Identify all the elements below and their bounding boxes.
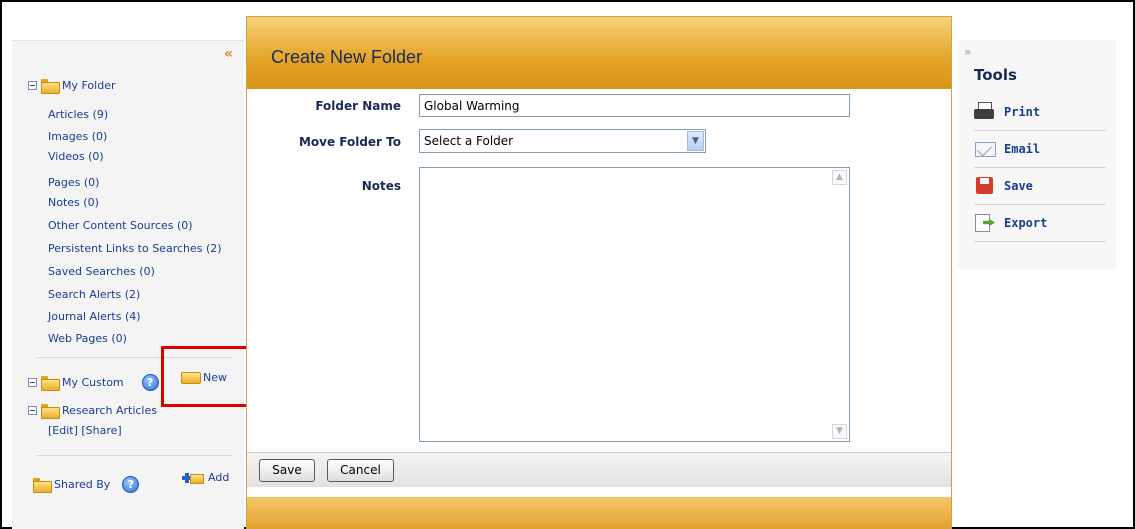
item-count: (0) (139, 265, 155, 278)
dialog-title: Create New Folder (271, 47, 423, 67)
edit-link[interactable]: [Edit] (48, 424, 78, 437)
research-articles-actions: [Edit] [Share] (48, 424, 122, 437)
save-icon (974, 176, 996, 196)
expand-tools-button[interactable]: » (964, 45, 971, 59)
collapse-icon[interactable] (28, 406, 37, 415)
dialog-body: Folder Name Move Folder To Select a Fold… (247, 89, 951, 452)
my-folder-label[interactable]: My Folder (62, 79, 116, 92)
item-count: (0) (111, 332, 127, 345)
help-icon[interactable]: ? (141, 374, 159, 391)
research-articles-node[interactable]: Research Articles (28, 404, 157, 419)
item-count: (2) (124, 288, 141, 301)
tool-print[interactable]: Print (974, 94, 1106, 131)
scroll-up-icon[interactable]: ▲ (832, 170, 847, 185)
create-folder-dialog: Create New Folder Folder Name Move Folde… (246, 16, 952, 529)
tool-label: Export (1004, 216, 1048, 230)
item-label: Articles (48, 108, 90, 121)
item-label: Search Alerts (48, 288, 122, 301)
item-count: (0) (83, 176, 100, 189)
scroll-down-icon[interactable]: ▼ (832, 424, 847, 439)
item-count: (4) (124, 310, 141, 323)
email-icon (974, 139, 996, 159)
shared-by-label[interactable]: Shared By (54, 478, 110, 491)
dialog-header: Create New Folder (247, 17, 951, 89)
move-folder-selected: Select a Folder (424, 134, 514, 148)
move-folder-label: Move Folder To (298, 135, 401, 149)
sidebar-item-videos[interactable]: Videos (0) (48, 150, 104, 163)
tool-export[interactable]: Export (974, 205, 1106, 242)
add-shared-button[interactable]: Add (182, 471, 229, 484)
collapse-icon[interactable] (28, 378, 37, 387)
folder-icon (41, 79, 60, 94)
sidebar-item-images[interactable]: Images (0) (48, 130, 107, 143)
sidebar-item-pages[interactable]: Pages (0) (48, 176, 99, 189)
sidebar-divider (36, 455, 232, 456)
tool-email[interactable]: Email (974, 131, 1106, 168)
dialog-footer: Save Cancel (247, 452, 951, 487)
folder-name-input[interactable] (419, 94, 850, 117)
item-count: (0) (177, 219, 193, 232)
print-icon (974, 102, 996, 122)
cancel-button[interactable]: Cancel (327, 459, 394, 482)
item-label: Web Pages (48, 332, 108, 345)
folder-icon (33, 478, 52, 493)
item-count: (2) (206, 242, 222, 255)
move-folder-select[interactable]: Select a Folder ▼ (419, 129, 706, 153)
item-count: (9) (92, 108, 109, 121)
item-count: (0) (83, 196, 99, 209)
save-button[interactable]: Save (259, 459, 315, 482)
tool-label: Print (1004, 105, 1041, 119)
collapse-sidebar-button[interactable]: « (224, 46, 233, 62)
item-label: Images (48, 130, 89, 143)
folder-icon (41, 376, 60, 391)
tool-label: Save (1004, 179, 1033, 193)
item-count: (0) (88, 150, 104, 163)
item-label: Journal Alerts (48, 310, 122, 323)
my-custom-node[interactable]: My Custom ? (28, 374, 159, 391)
item-label: Videos (48, 150, 85, 163)
share-link[interactable]: [Share] (81, 424, 121, 437)
item-label: Notes (48, 196, 80, 209)
folder-icon (41, 404, 60, 419)
sidebar-item-other-content[interactable]: Other Content Sources (0) (48, 219, 193, 232)
help-icon[interactable]: ? (122, 476, 140, 493)
sidebar-item-saved-searches[interactable]: Saved Searches (0) (48, 265, 155, 278)
dialog-bottom-bar (247, 497, 951, 529)
tool-save[interactable]: Save (974, 168, 1106, 205)
research-articles-label[interactable]: Research Articles (62, 404, 157, 417)
item-label: Persistent Links to Searches (48, 242, 203, 255)
add-label: Add (208, 471, 230, 484)
shared-by-node[interactable]: Shared By ? (33, 476, 140, 493)
sidebar-item-journal-alerts[interactable]: Journal Alerts (4) (48, 310, 141, 323)
sidebar-item-search-alerts[interactable]: Search Alerts (2) (48, 288, 140, 301)
notes-label: Notes (361, 179, 401, 193)
collapse-icon[interactable] (28, 81, 37, 90)
item-label: Pages (48, 176, 81, 189)
tool-label: Email (1004, 142, 1041, 156)
item-count: (0) (91, 130, 108, 143)
highlight-box (161, 346, 249, 407)
sidebar-item-web-pages[interactable]: Web Pages (0) (48, 332, 127, 345)
sidebar-item-persistent-links[interactable]: Persistent Links to Searches (2) (48, 242, 222, 255)
my-folder-node[interactable]: My Folder (28, 79, 116, 94)
sidebar-item-articles[interactable]: Articles (9) (48, 108, 108, 121)
item-label: Other Content Sources (48, 219, 174, 232)
chevron-down-icon[interactable]: ▼ (687, 131, 704, 151)
notes-textarea[interactable]: ▲ ▼ (419, 167, 850, 442)
item-label: Saved Searches (48, 265, 136, 278)
export-icon (974, 213, 996, 233)
folder-name-label: Folder Name (315, 99, 401, 113)
tools-title: Tools (974, 66, 1017, 84)
add-folder-icon (182, 472, 204, 484)
my-custom-label[interactable]: My Custom (62, 376, 124, 389)
sidebar-item-notes[interactable]: Notes (0) (48, 196, 99, 209)
